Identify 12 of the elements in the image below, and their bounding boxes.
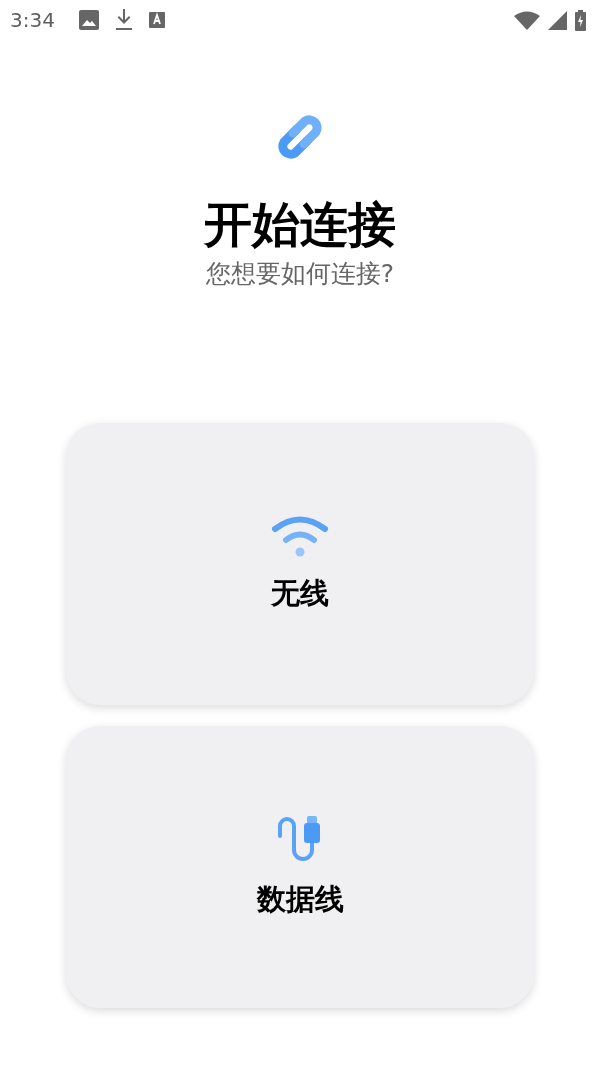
download-icon (114, 9, 133, 31)
text-icon (148, 12, 165, 28)
page-title: 开始连接 (204, 196, 396, 254)
image-icon (78, 10, 99, 30)
status-time: 3:34 (10, 8, 55, 32)
connection-option-button[interactable]: 无线 (66, 423, 534, 706)
wifi-icon (271, 514, 329, 559)
cell-signal-icon (548, 10, 567, 30)
page-subtitle: 您想要如何连接? (205, 257, 395, 290)
connection-option-button[interactable]: 数据线 (66, 726, 534, 1009)
battery-icon (575, 9, 586, 31)
wifi-signal-icon (514, 10, 540, 30)
